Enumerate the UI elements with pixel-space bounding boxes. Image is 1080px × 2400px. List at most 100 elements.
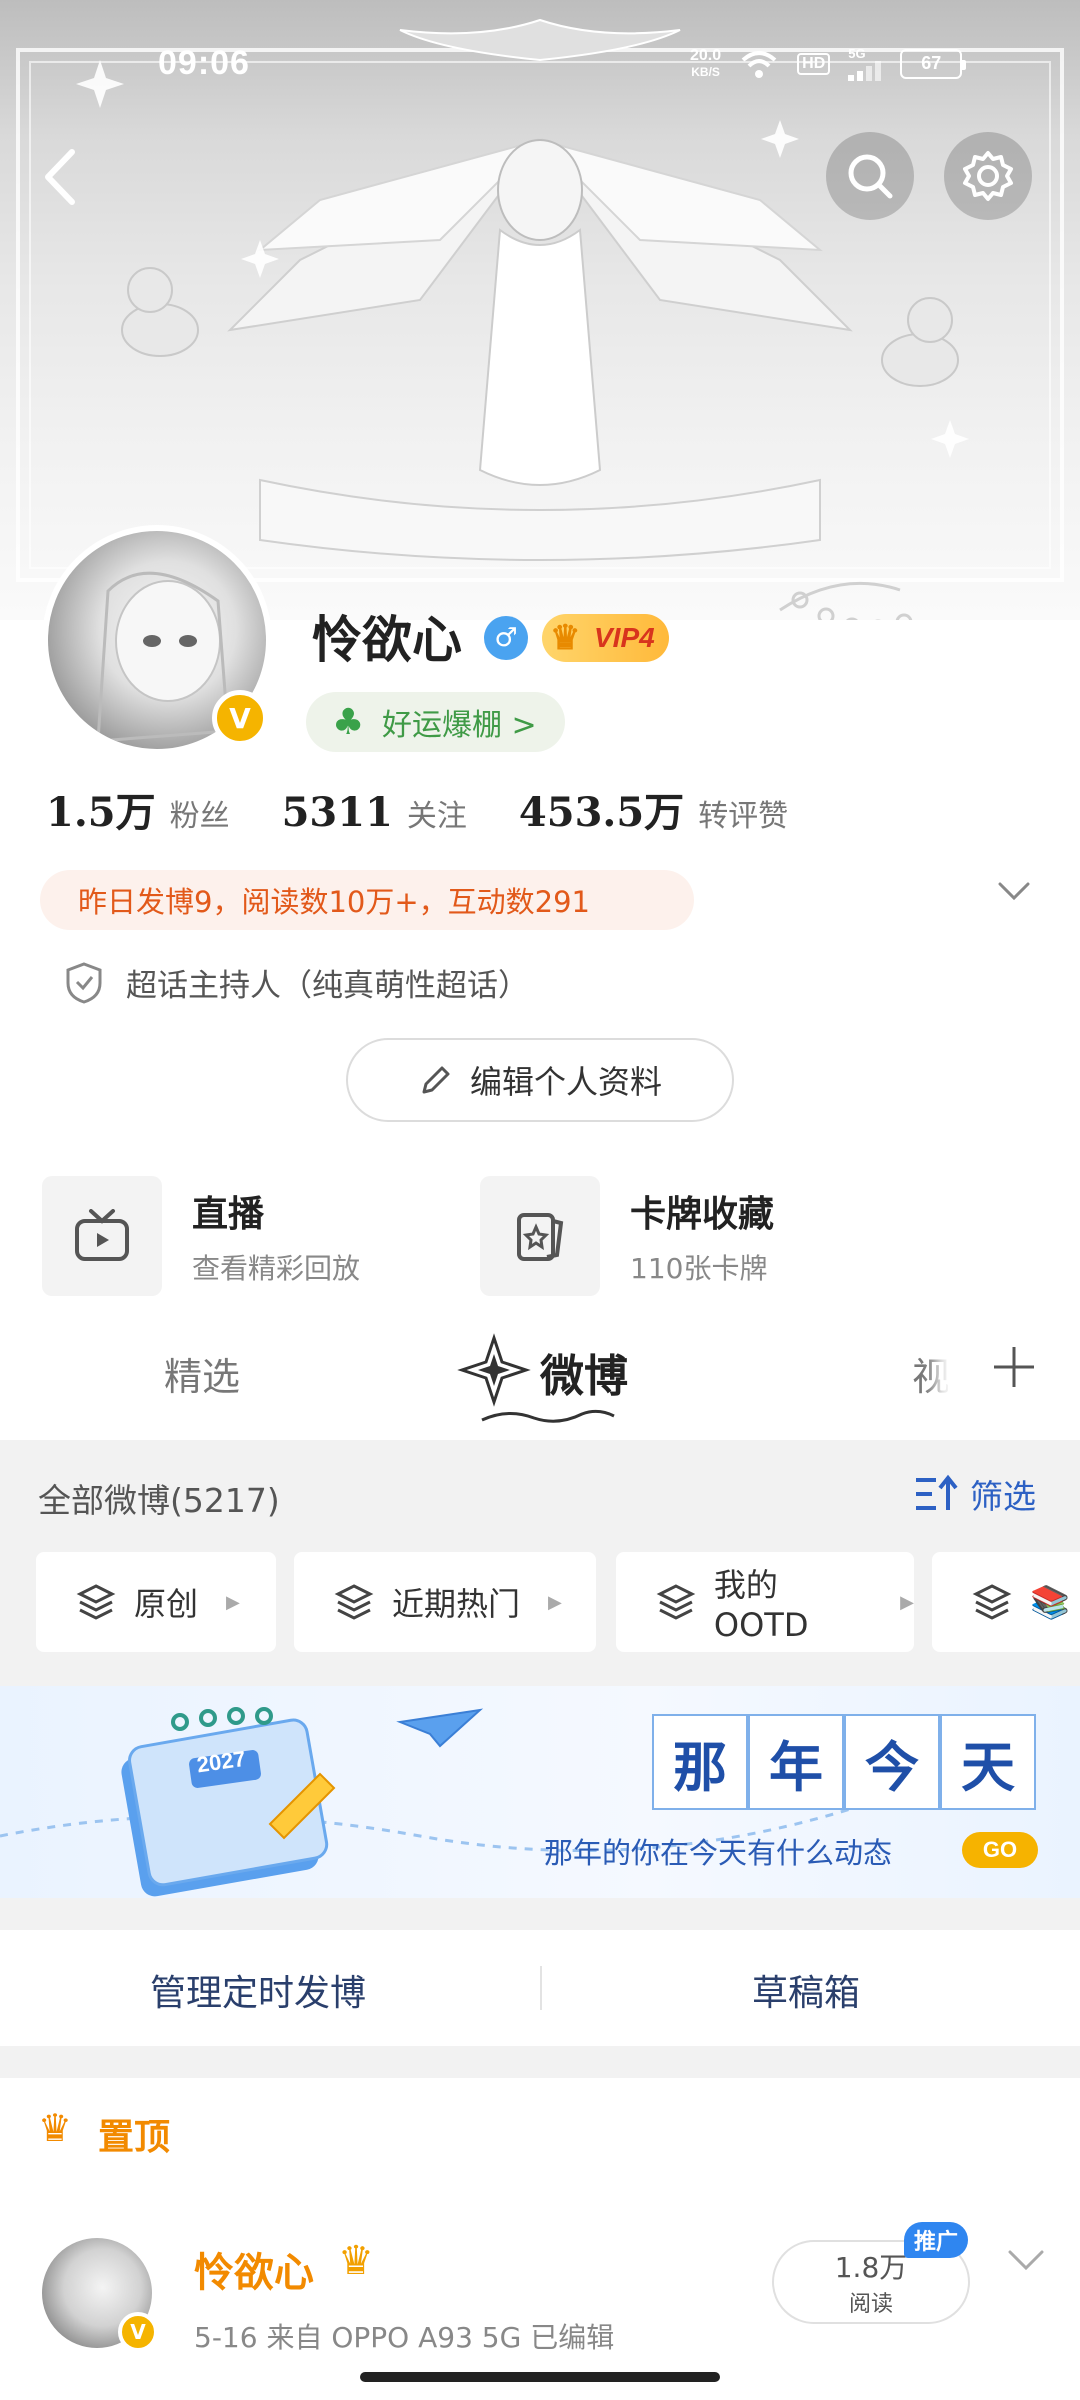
luck-tag-label: 好运爆棚 >	[382, 708, 537, 743]
feature-cards[interactable]: 卡牌收藏 110张卡牌	[480, 1176, 774, 1296]
search-button[interactable]	[826, 132, 914, 220]
add-tab-button[interactable]	[948, 1312, 1080, 1422]
filter-icon	[916, 1474, 958, 1510]
plus-icon	[994, 1347, 1034, 1387]
chip-original[interactable]: 原创 ▶	[36, 1552, 276, 1652]
back-button[interactable]	[36, 142, 86, 216]
tab-weibo[interactable]: 微博	[540, 1340, 628, 1404]
triangle-icon: ▶	[900, 1591, 914, 1613]
status-time: 09:06	[158, 44, 250, 82]
feature-subtitle: 110张卡牌	[630, 1252, 768, 1285]
chip-my-ootd[interactable]: 我的OOTD ▶	[616, 1552, 914, 1652]
views-label: 阅读	[848, 2292, 893, 2317]
layers-icon	[76, 1584, 116, 1620]
banner-char: 那	[652, 1714, 748, 1810]
chip-label: 原创	[134, 1585, 199, 1623]
post-meta: 5-16 来自 OPPO A93 5G 已编辑	[194, 2321, 615, 2354]
layers-icon	[972, 1584, 1012, 1620]
filter-label: 筛选	[970, 1477, 1036, 1516]
profile-page: 09:06 20.0 KB/S HD 5G 67 V 怜欲心 ♂ ♛ VIP4 …	[0, 0, 1080, 2400]
layers-icon	[656, 1584, 696, 1620]
views-count: 1.8万	[834, 2251, 908, 2284]
feature-live[interactable]: 直播 查看精彩回放	[42, 1176, 360, 1296]
hd-badge: HD	[797, 52, 831, 75]
verified-badge: V	[212, 690, 268, 746]
banner-subtitle: 那年的你在今天有什么动态	[544, 1836, 893, 1870]
signal-bars-icon	[848, 61, 882, 81]
pencil-icon	[422, 1066, 450, 1094]
post-actions-bar: 管理定时发博 草稿箱	[0, 1930, 1080, 2046]
scheduled-posts-button[interactable]: 管理定时发博	[150, 1964, 366, 2016]
divider	[540, 1966, 542, 2010]
drafts-button[interactable]: 草稿箱	[752, 1964, 860, 2016]
vip-level: VIP4	[594, 622, 655, 653]
yesterday-summary[interactable]: 昨日发博9，阅读数10万+，互动数291	[40, 870, 694, 930]
crown-icon: ♛	[550, 619, 581, 657]
chip-label: 我的OOTD	[713, 1566, 809, 1644]
search-icon	[848, 154, 893, 199]
chip-label: 📚	[1030, 1583, 1070, 1621]
status-icons: 20.0 KB/S HD 5G 67	[690, 46, 967, 81]
stat-value: 1.5万	[46, 789, 156, 836]
stat-label: 粉丝	[169, 799, 230, 834]
profile-username: 怜欲心	[312, 610, 462, 669]
filter-button[interactable]: 筛选	[914, 1470, 1036, 1518]
battery-level: 67	[921, 53, 942, 73]
back-arrow-icon	[45, 149, 75, 205]
feature-title: 直播	[192, 1194, 265, 1235]
host-role-label: 超话主持人（纯真萌性超话）	[126, 968, 529, 1004]
tab-underline-icon	[481, 1409, 615, 1423]
feature-title: 卡牌收藏	[630, 1194, 775, 1235]
stat-interactions[interactable]: 453.5万 转评赞	[519, 780, 788, 838]
post-author-name[interactable]: 怜欲心	[194, 2240, 314, 2298]
signal-label: 5G	[848, 46, 866, 61]
edit-profile-label: 编辑个人资料	[469, 1063, 662, 1101]
clover-icon: ♣	[332, 702, 365, 743]
crown-icon: ♛	[338, 2238, 374, 2284]
vip-badge[interactable]: ♛ VIP4	[542, 614, 669, 662]
chevron-down-icon[interactable]	[996, 880, 1032, 904]
edit-profile-button[interactable]: 编辑个人资料	[346, 1038, 734, 1122]
promo-badge: 推广	[904, 2222, 969, 2258]
banner-char: 天	[940, 1714, 1036, 1810]
triangle-icon: ▶	[548, 1591, 562, 1613]
banner-char: 年	[748, 1714, 844, 1810]
profile-stats: 1.5万 粉丝 5311 关注 453.5万 转评赞	[46, 780, 788, 838]
banner-go-button[interactable]: GO	[962, 1832, 1038, 1868]
gear-icon	[963, 151, 1013, 201]
settings-button[interactable]	[944, 132, 1032, 220]
battery-icon: 67	[900, 48, 967, 79]
profile-tabs: 精选 微博 视	[0, 1300, 1080, 1440]
net-speed: 20.0 KB/S	[690, 46, 722, 80]
crown-icon: ♛	[38, 2106, 73, 2150]
net-speed-value: 20.0	[690, 46, 722, 64]
stat-label: 转评赞	[698, 799, 789, 834]
chip-recent-hot[interactable]: 近期热门 ▶	[294, 1552, 596, 1652]
super-topic-host[interactable]: 超话主持人（纯真萌性超话）	[64, 960, 529, 1005]
triangle-icon: ▶	[226, 1591, 240, 1613]
chip-label: 近期热门	[392, 1585, 521, 1623]
layers-icon	[334, 1584, 374, 1620]
feature-subtitle: 查看精彩回放	[192, 1252, 361, 1285]
home-indicator[interactable]	[360, 2372, 720, 2382]
pinned-label: 置顶	[98, 2117, 171, 2158]
verified-badge: V	[118, 2312, 158, 2352]
stat-label: 关注	[406, 799, 467, 834]
chevron-down-icon[interactable]	[1006, 2246, 1046, 2274]
stat-value: 453.5万	[518, 789, 685, 836]
luck-tag[interactable]: ♣ 好运爆棚 >	[306, 692, 565, 752]
stat-value: 5311	[281, 789, 393, 836]
all-weibo-count: 全部微博(5217)	[38, 1481, 280, 1520]
tv-icon	[42, 1176, 162, 1296]
tab-featured[interactable]: 精选	[164, 1346, 240, 1401]
stat-following[interactable]: 5311 关注	[282, 789, 467, 836]
net-speed-unit: KB/S	[691, 64, 720, 79]
stat-followers[interactable]: 1.5万 粉丝	[46, 780, 230, 838]
wifi-icon	[741, 50, 777, 78]
card-icon	[480, 1176, 600, 1296]
shield-icon	[66, 961, 102, 1004]
tab-video[interactable]: 视	[912, 1346, 950, 1401]
banner-char: 今	[844, 1714, 940, 1810]
sparkle-decoration-icon	[457, 1333, 531, 1407]
chip-books[interactable]: 📚	[932, 1552, 1080, 1652]
